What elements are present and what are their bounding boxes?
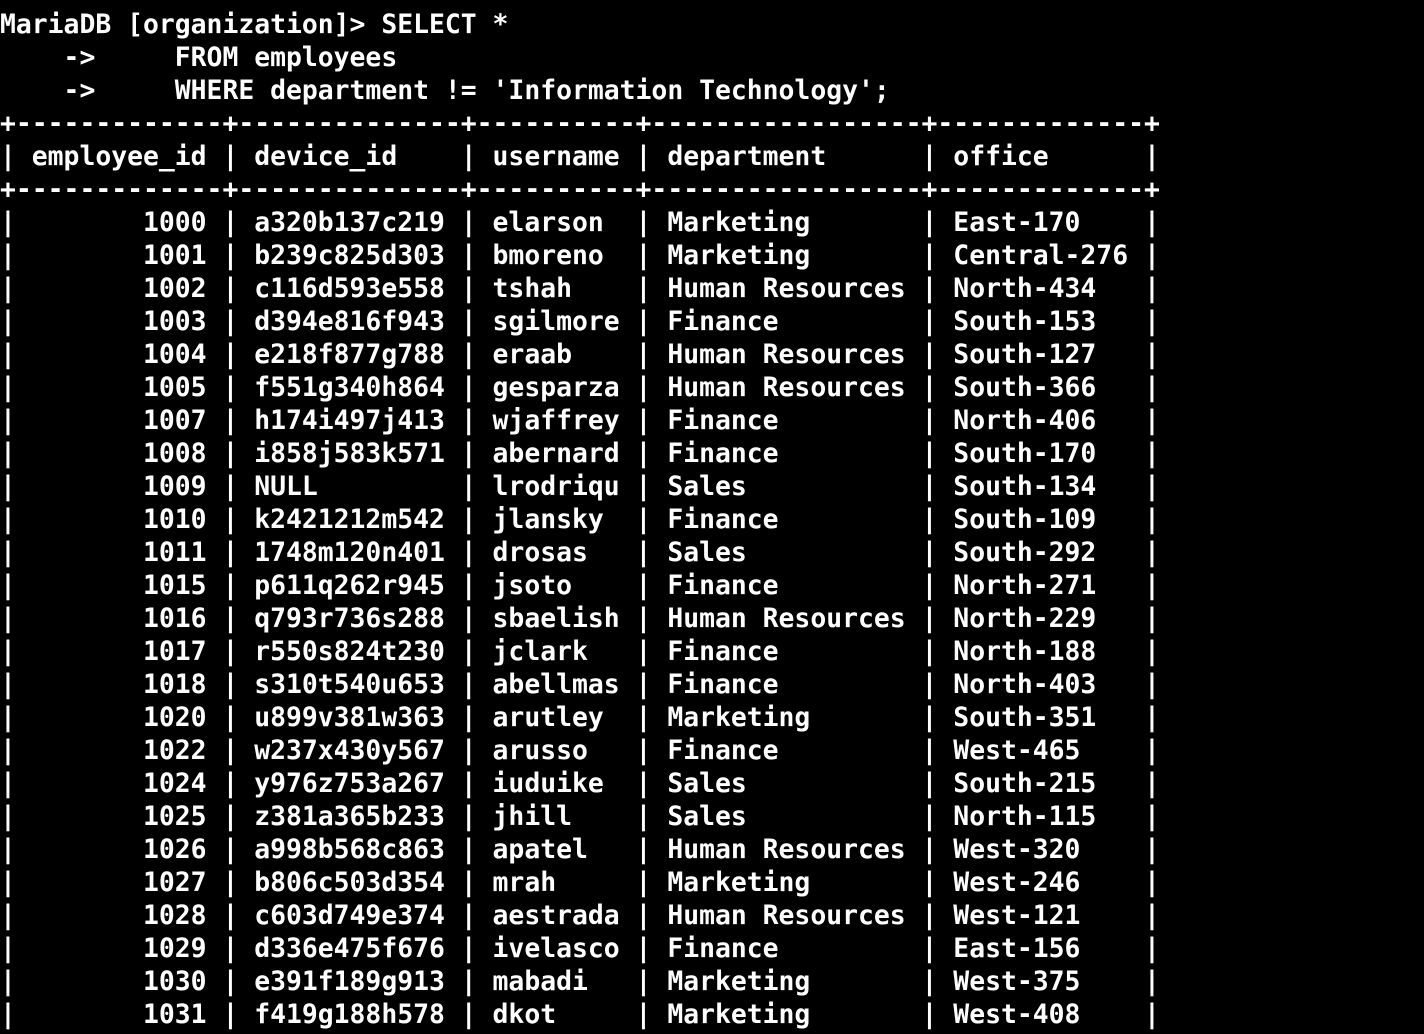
table-row: | 1015 | p611q262r945 | jsoto | Finance … [0, 570, 1160, 601]
query-line: -> WHERE department != 'Information Tech… [0, 75, 890, 106]
table-border: +-------------+--------------+----------… [0, 174, 1160, 205]
table-row: | 1008 | i858j583k571 | abernard | Finan… [0, 438, 1160, 469]
table-row: | 1031 | f419g188h578 | dkot | Marketing… [0, 999, 1160, 1030]
table-row: | 1003 | d394e816f943 | sgilmore | Finan… [0, 306, 1160, 337]
table-row: | 1004 | e218f877g788 | eraab | Human Re… [0, 339, 1160, 370]
result-table: +-------------+--------------+----------… [0, 107, 1424, 1031]
table-row: | 1026 | a998b568c863 | apatel | Human R… [0, 834, 1160, 865]
prompt: MariaDB [organization]> [0, 9, 382, 40]
table-row: | 1024 | y976z753a267 | iuduike | Sales … [0, 768, 1160, 799]
table-row: | 1028 | c603d749e374 | aestrada | Human… [0, 900, 1160, 931]
terminal-window[interactable]: MariaDB [organization]> SELECT * -> FROM… [0, 0, 1424, 1034]
table-border: +-------------+--------------+----------… [0, 108, 1160, 139]
table-row: | 1000 | a320b137c219 | elarson | Market… [0, 207, 1160, 238]
prompt-line: MariaDB [organization]> SELECT * [0, 8, 1424, 41]
table-row: | 1030 | e391f189g913 | mabadi | Marketi… [0, 966, 1160, 997]
query-line: -> FROM employees [0, 42, 398, 73]
table-row: | 1002 | c116d593e558 | tshah | Human Re… [0, 273, 1160, 304]
table-row: | 1022 | w237x430y567 | arusso | Finance… [0, 735, 1160, 766]
table-row: | 1029 | d336e475f676 | ivelasco | Finan… [0, 933, 1160, 964]
table-row: | 1025 | z381a365b233 | jhill | Sales | … [0, 801, 1160, 832]
table-row: | 1027 | b806c503d354 | mrah | Marketing… [0, 867, 1160, 898]
table-row: | 1007 | h174i497j413 | wjaffrey | Finan… [0, 405, 1160, 436]
table-row: | 1017 | r550s824t230 | jclark | Finance… [0, 636, 1160, 667]
table-row: | 1020 | u899v381w363 | arutley | Market… [0, 702, 1160, 733]
table-header-row: | employee_id | device_id | username | d… [0, 141, 1160, 172]
query-line: SELECT * [381, 9, 509, 40]
table-row: | 1010 | k2421212m542 | jlansky | Financ… [0, 504, 1160, 535]
table-row: | 1016 | q793r736s288 | sbaelish | Human… [0, 603, 1160, 634]
table-row: | 1011 | 1748m120n401 | drosas | Sales |… [0, 537, 1160, 568]
table-row: | 1005 | f551g340h864 | gesparza | Human… [0, 372, 1160, 403]
table-row: | 1018 | s310t540u653 | abellmas | Finan… [0, 669, 1160, 700]
table-row: | 1009 | NULL | lrodriqu | Sales | South… [0, 471, 1160, 502]
table-row: | 1001 | b239c825d303 | bmoreno | Market… [0, 240, 1160, 271]
